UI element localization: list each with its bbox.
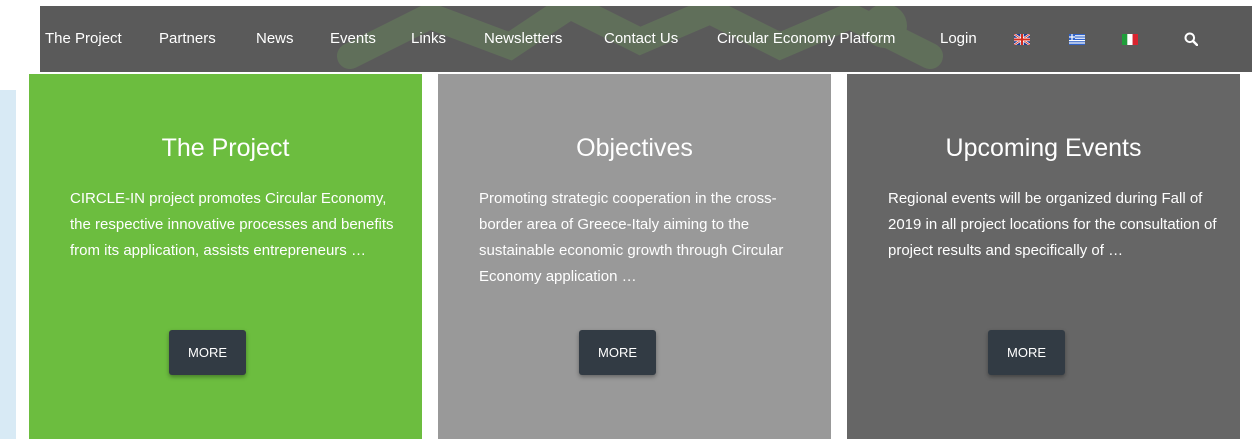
- nav-partners[interactable]: Partners: [159, 30, 216, 47]
- en-flag-icon[interactable]: [1014, 34, 1030, 45]
- search-icon[interactable]: [1184, 32, 1198, 46]
- card-title: Objectives: [576, 134, 693, 162]
- left-decoration: [0, 90, 16, 439]
- main-navbar: The Project Partners News Events Links N…: [40, 6, 1252, 72]
- nav-links[interactable]: Links: [411, 30, 446, 47]
- card-the-project: The Project CIRCLE-IN project promotes C…: [29, 74, 422, 439]
- nav-the-project[interactable]: The Project: [45, 30, 122, 47]
- more-button[interactable]: MORE: [169, 330, 246, 375]
- nav-events[interactable]: Events: [330, 30, 376, 47]
- card-upcoming-events: Upcoming Events Regional events will be …: [847, 74, 1240, 439]
- nav-contact-us[interactable]: Contact Us: [604, 30, 678, 47]
- nav-login[interactable]: Login: [940, 30, 977, 47]
- card-objectives: Objectives Promoting strategic cooperati…: [438, 74, 831, 439]
- more-button[interactable]: MORE: [988, 330, 1065, 375]
- gr-flag-icon[interactable]: [1069, 34, 1085, 45]
- more-button[interactable]: MORE: [579, 330, 656, 375]
- card-title: The Project: [161, 134, 290, 162]
- card-description: Promoting strategic cooperation in the c…: [479, 190, 784, 285]
- card-description: CIRCLE-IN project promotes Circular Econ…: [70, 190, 394, 259]
- card-title: Upcoming Events: [945, 134, 1142, 162]
- nav-news[interactable]: News: [256, 30, 294, 47]
- nav-circular-economy-platform[interactable]: Circular Economy Platform: [717, 30, 895, 47]
- nav-newsletters[interactable]: Newsletters: [484, 30, 562, 47]
- card-description: Regional events will be organized during…: [888, 190, 1217, 259]
- it-flag-icon[interactable]: [1122, 34, 1138, 45]
